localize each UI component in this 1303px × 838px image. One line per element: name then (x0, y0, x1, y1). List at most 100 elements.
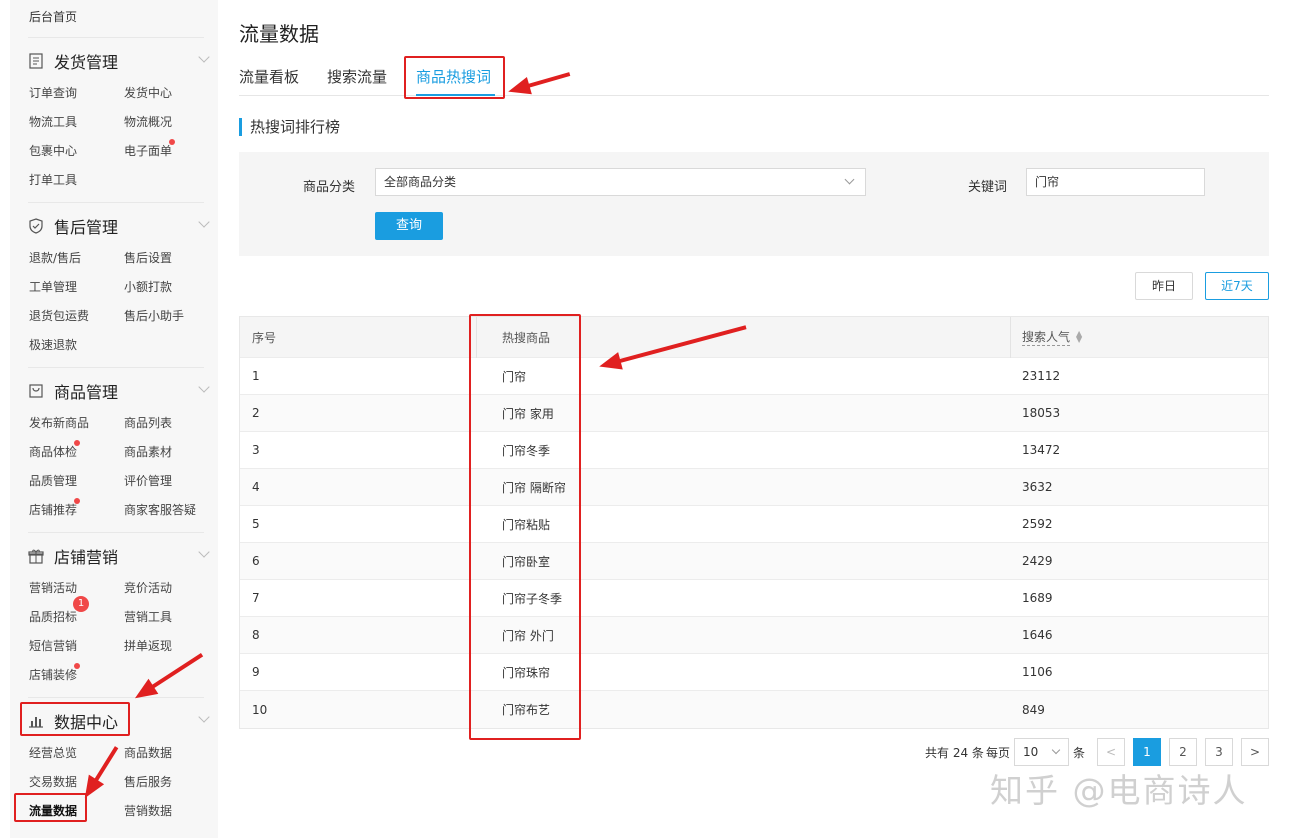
sidebar-group-marketing[interactable]: 店铺营销 (28, 544, 210, 568)
divider (28, 202, 204, 203)
sidebar-item-bidding-activity[interactable]: 竞价活动 (124, 579, 172, 596)
sidebar-item-marketing-tools[interactable]: 营销工具 (124, 608, 172, 625)
category-select-value: 全部商品分类 (384, 175, 457, 189)
table-row[interactable]: 7 门帘子冬季 1689 (240, 580, 1268, 617)
sidebar-group-title: 商品管理 (54, 383, 119, 402)
last-7-days-button[interactable]: 近7天 (1205, 272, 1269, 300)
chevron-down-icon[interactable] (198, 216, 210, 228)
sidebar-group-after-sales[interactable]: 售后管理 (28, 214, 210, 238)
rank-cell: 9 (252, 665, 260, 679)
sort-icon[interactable]: ▲ ▼ (1076, 330, 1082, 344)
popularity-cell: 2592 (1022, 517, 1053, 531)
query-button[interactable]: 查询 (375, 212, 443, 240)
rank-cell: 3 (252, 443, 260, 457)
category-select[interactable]: 全部商品分类 (375, 168, 866, 196)
sidebar-item-small-payment[interactable]: 小额打款 (124, 278, 172, 295)
chevron-down-icon[interactable] (198, 381, 210, 393)
sidebar-item-store-decoration[interactable]: 店铺装修 (29, 666, 77, 683)
sidebar-item-ticket-management[interactable]: 工单管理 (29, 278, 77, 295)
table-row[interactable]: 6 门帘卧室 2429 (240, 543, 1268, 580)
table-row[interactable]: 1 门帘 23112 (240, 358, 1268, 395)
sidebar-item-marketing-data[interactable]: 营销数据 (124, 802, 172, 819)
table-row[interactable]: 5 门帘粘贴 2592 (240, 506, 1268, 543)
column-divider (1010, 317, 1011, 358)
table-row[interactable]: 3 门帘冬季 13472 (240, 432, 1268, 469)
page-button-3[interactable]: 3 (1205, 738, 1233, 766)
keyword-input[interactable]: 门帘 (1026, 168, 1205, 196)
sidebar-item-group-cashback[interactable]: 拼单返现 (124, 637, 172, 654)
sidebar-item-express-refund[interactable]: 极速退款 (29, 336, 77, 353)
sidebar-item-business-overview[interactable]: 经营总览 (29, 744, 77, 761)
sidebar-item-after-sales-assistant[interactable]: 售后小助手 (124, 307, 184, 324)
page-button-1[interactable]: 1 (1133, 738, 1161, 766)
tab-bar: 流量看板 搜索流量 商品热搜词 (239, 66, 1269, 96)
sidebar-item-product-data[interactable]: 商品数据 (124, 744, 172, 761)
table-row[interactable]: 2 门帘 家用 18053 (240, 395, 1268, 432)
sidebar-item-quality-management[interactable]: 品质管理 (29, 472, 77, 489)
tab-search-traffic[interactable]: 搜索流量 (327, 66, 387, 87)
chevron-down-icon[interactable] (198, 546, 210, 558)
sidebar-item-publish-product[interactable]: 发布新商品 (29, 414, 89, 431)
rank-cell: 7 (252, 591, 260, 605)
tab-traffic-dashboard[interactable]: 流量看板 (239, 66, 299, 87)
divider (28, 697, 204, 698)
sidebar-item-store-recommend[interactable]: 店铺推荐 (29, 501, 77, 518)
sidebar-item-e-waybill[interactable]: 电子面单 (124, 142, 172, 159)
sidebar-group-products[interactable]: 商品管理 (28, 379, 210, 403)
popularity-cell: 23112 (1022, 369, 1061, 383)
notification-dot (74, 663, 80, 669)
sidebar-item-shipping-center[interactable]: 发货中心 (124, 84, 172, 101)
chevron-down-icon[interactable] (198, 711, 210, 723)
chevron-down-icon[interactable] (198, 51, 210, 63)
next-page-button[interactable]: > (1241, 738, 1269, 766)
rank-cell: 6 (252, 554, 260, 568)
sidebar-group-title: 店铺营销 (54, 548, 119, 567)
rank-cell: 10 (252, 702, 268, 717)
sidebar-item-after-sales-service[interactable]: 售后服务 (124, 773, 172, 790)
count-badge: 1 (73, 596, 89, 612)
rank-cell: 1 (252, 369, 260, 383)
sidebar-group-shipping[interactable]: 发货管理 (28, 49, 210, 73)
filter-panel: 商品分类 全部商品分类 关键词 门帘 查询 (239, 152, 1269, 256)
table-row[interactable]: 9 门帘珠帘 1106 (240, 654, 1268, 691)
sidebar-item-refund[interactable]: 退款/售后 (29, 249, 81, 266)
header-search-popularity[interactable]: 搜索人气 ▲ ▼ (1022, 317, 1082, 357)
sidebar-home-link[interactable]: 后台首页 (29, 8, 77, 25)
keyword-label: 关键词 (968, 180, 1008, 195)
sidebar-item-return-shipping[interactable]: 退货包运费 (29, 307, 89, 324)
sidebar-item-after-sales-settings[interactable]: 售后设置 (124, 249, 172, 266)
sidebar-item-package-center[interactable]: 包裹中心 (29, 142, 77, 159)
sidebar-item-quality-tender[interactable]: 品质招标 (29, 608, 77, 625)
shield-icon (28, 218, 44, 234)
sidebar-item-merchant-qa[interactable]: 商家客服答疑 (124, 501, 196, 518)
sidebar-group-title: 售后管理 (54, 218, 119, 237)
category-label: 商品分类 (303, 180, 356, 195)
yesterday-button[interactable]: 昨日 (1135, 272, 1193, 300)
table-row[interactable]: 10 门帘布艺 849 (240, 691, 1268, 728)
table-row[interactable]: 4 门帘 隔断帘 3632 (240, 469, 1268, 506)
sidebar-item-sms-marketing[interactable]: 短信营销 (29, 637, 77, 654)
notification-dot (74, 440, 80, 446)
table-row[interactable]: 8 门帘 外门 1646 (240, 617, 1268, 654)
popularity-cell: 13472 (1022, 443, 1061, 457)
per-page-select[interactable]: 10 (1014, 738, 1069, 766)
rank-cell: 2 (252, 406, 260, 420)
sidebar-item-logistics-tools[interactable]: 物流工具 (29, 113, 77, 130)
sidebar-item-order-query[interactable]: 订单查询 (29, 84, 77, 101)
sidebar-item-product-list[interactable]: 商品列表 (124, 414, 172, 431)
sidebar-item-transaction-data[interactable]: 交易数据 (29, 773, 77, 790)
sidebar-item-review-management[interactable]: 评价管理 (124, 472, 172, 489)
sidebar-item-product-check[interactable]: 商品体检 (29, 443, 77, 460)
sidebar-item-logistics-overview[interactable]: 物流概况 (124, 113, 172, 130)
section-title: 热搜词排行榜 (239, 118, 340, 136)
chevron-down-icon (844, 174, 855, 185)
highlight-box-tab (404, 56, 505, 99)
sidebar-item-print-tool[interactable]: 打单工具 (29, 171, 77, 188)
sidebar-item-product-assets[interactable]: 商品素材 (124, 443, 172, 460)
sidebar-item-marketing-activity[interactable]: 营销活动 (29, 579, 77, 596)
header-search-popularity-label: 搜索人气 (1022, 330, 1071, 346)
list-icon (28, 53, 44, 69)
prev-page-button[interactable]: < (1097, 738, 1125, 766)
page-button-2[interactable]: 2 (1169, 738, 1197, 766)
popularity-cell: 1689 (1022, 591, 1053, 605)
